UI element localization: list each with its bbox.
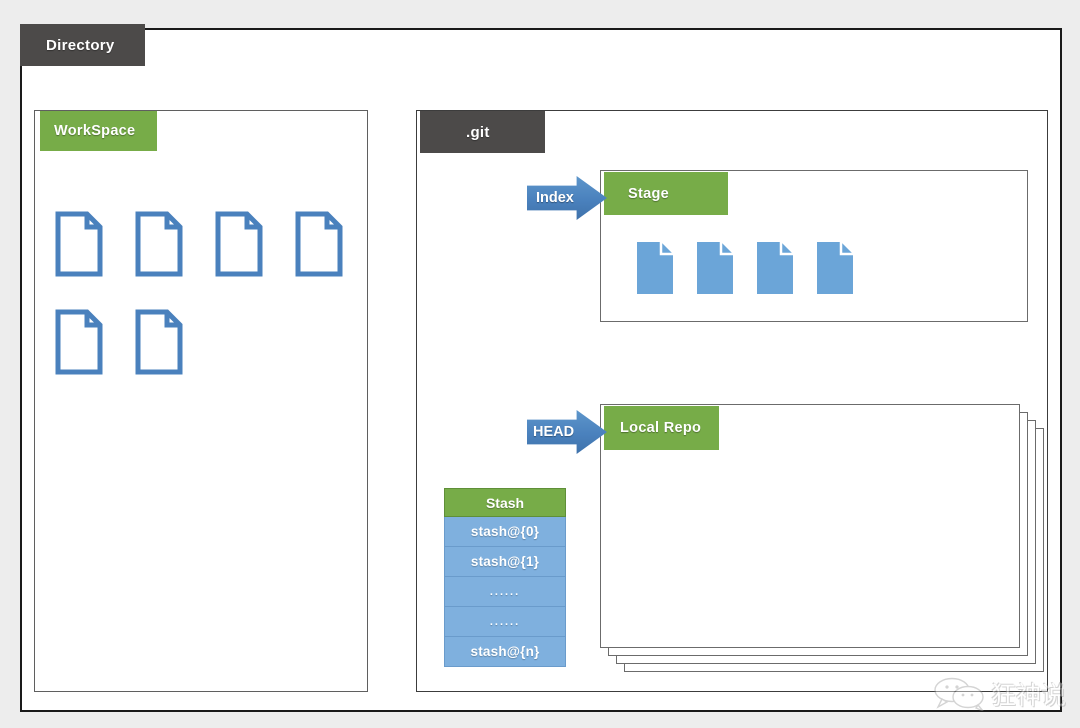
document-icon (215, 211, 263, 277)
diagram-canvas: Directory WorkSpace .git Index Stage HEA… (0, 0, 1080, 728)
workspace-document-grid (54, 210, 364, 376)
workspace-label-tab: WorkSpace (40, 111, 157, 151)
document-icon (55, 309, 103, 375)
stash-row: stash@{0} (444, 517, 566, 547)
watermark: 狂神说 (933, 676, 1066, 712)
workspace-container (34, 110, 368, 692)
document-icon (135, 211, 183, 277)
stash-table-header: Stash (444, 488, 566, 517)
index-arrow-label: Index (536, 190, 574, 206)
stage-label-tab: Stage (604, 172, 728, 215)
git-label: .git (466, 123, 490, 141)
stash-row-label: ...... (489, 615, 521, 628)
stash-row-label: ...... (489, 585, 521, 598)
local-repo-label: Local Repo (620, 420, 702, 436)
stash-header-label: Stash (485, 494, 525, 511)
document-icon (637, 242, 673, 294)
watermark-text: 狂神说 (990, 681, 1066, 710)
document-icon (817, 242, 853, 294)
stash-row-label: stash@{0} (470, 524, 540, 539)
document-icon (697, 242, 733, 294)
workspace-label: WorkSpace (54, 123, 136, 139)
wechat-bubbles-icon (934, 677, 984, 711)
stage-document-grid (637, 242, 853, 294)
document-icon (135, 309, 183, 375)
git-label-tab: .git (420, 111, 545, 153)
stash-table: Stash stash@{0} stash@{1} ...... ...... … (444, 488, 566, 667)
stash-row: ...... (444, 607, 566, 637)
head-arrow-label: HEAD (533, 424, 575, 440)
stash-row-label: stash@{n} (470, 644, 540, 659)
directory-label: Directory (46, 36, 115, 54)
document-icon (757, 242, 793, 294)
document-icon (295, 211, 343, 277)
document-icon (55, 211, 103, 277)
directory-label-tab: Directory (20, 24, 145, 66)
stash-row-label: stash@{1} (470, 554, 540, 569)
stash-row: ...... (444, 577, 566, 607)
local-repo-label-tab: Local Repo (604, 406, 719, 450)
stage-label: Stage (628, 185, 669, 202)
stash-row: stash@{n} (444, 637, 566, 667)
stash-row: stash@{1} (444, 547, 566, 577)
